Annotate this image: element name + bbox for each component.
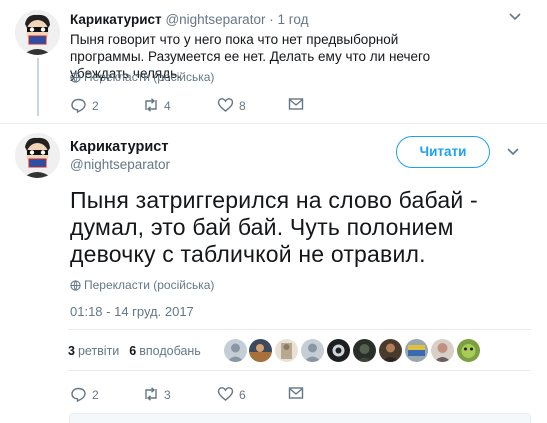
user-handle[interactable]: @nightseparator bbox=[70, 157, 170, 172]
tweet-timestamp[interactable]: 01:18 - 14 груд. 2017 bbox=[70, 304, 194, 319]
liker-avatar[interactable] bbox=[431, 339, 454, 362]
divider bbox=[68, 370, 531, 371]
tweet-reply-parent[interactable]: Карикатурист @nightseparator · 1 год Пын… bbox=[0, 0, 547, 123]
like-stat-count: 6 bbox=[129, 344, 137, 358]
display-name[interactable]: Карикатурист bbox=[70, 139, 168, 155]
retweet-count: 3 bbox=[164, 388, 171, 402]
reply-count: 2 bbox=[92, 388, 99, 402]
liker-avatar[interactable] bbox=[379, 339, 402, 362]
avatar[interactable] bbox=[15, 133, 60, 178]
separator-dot: · bbox=[269, 12, 274, 27]
liker-avatar[interactable] bbox=[405, 339, 428, 362]
envelope-icon bbox=[288, 387, 304, 399]
like-stat-label: вподобань bbox=[139, 344, 201, 358]
globe-icon bbox=[70, 72, 81, 83]
follow-button[interactable]: Читати bbox=[396, 136, 490, 168]
chevron-down-icon[interactable] bbox=[508, 12, 522, 22]
tweet-header: Карикатурист @nightseparator · 1 год bbox=[70, 12, 308, 27]
retweet-icon bbox=[145, 98, 157, 112]
reply-count: 2 bbox=[92, 99, 99, 113]
reply-compose-box[interactable] bbox=[69, 413, 531, 423]
divider bbox=[68, 329, 531, 330]
tweet-time[interactable]: 1 год bbox=[277, 12, 308, 27]
display-name[interactable]: Карикатурист bbox=[70, 12, 162, 27]
chevron-down-icon[interactable] bbox=[506, 147, 520, 157]
translate-label: Перекласти (російська) bbox=[84, 70, 215, 84]
retweet-stat-count: 3 bbox=[68, 344, 75, 358]
like-count: 6 bbox=[239, 388, 246, 402]
liker-avatar[interactable] bbox=[249, 339, 272, 362]
divider bbox=[0, 123, 547, 124]
heart-icon bbox=[217, 387, 234, 401]
tweet-text: Пыня затриггерился на слово бабай - дума… bbox=[70, 187, 478, 267]
like-stat[interactable]: 6 вподобань bbox=[129, 344, 201, 358]
translate-link[interactable]: Перекласти (російська) bbox=[70, 70, 214, 84]
liker-avatar[interactable] bbox=[457, 339, 480, 362]
translate-link[interactable]: Перекласти (російська) bbox=[70, 278, 214, 292]
globe-icon bbox=[70, 280, 81, 291]
envelope-icon bbox=[288, 98, 304, 110]
tweet-actions: 2 3 6 bbox=[70, 384, 310, 404]
user-handle[interactable]: @nightseparator bbox=[165, 12, 265, 27]
retweet-icon bbox=[145, 387, 157, 401]
retweet-stat[interactable]: 3 ретвіти bbox=[68, 344, 119, 358]
heart-icon bbox=[217, 98, 234, 112]
reply-icon bbox=[71, 387, 86, 402]
liker-avatar[interactable] bbox=[301, 339, 324, 362]
retweet-count: 4 bbox=[164, 99, 171, 113]
reply-icon bbox=[71, 98, 86, 113]
liker-avatar[interactable] bbox=[224, 339, 247, 362]
liker-avatar[interactable] bbox=[275, 339, 298, 362]
liker-avatar[interactable] bbox=[353, 339, 376, 362]
like-count: 8 bbox=[239, 99, 246, 113]
avatar[interactable] bbox=[15, 10, 60, 55]
liker-avatar[interactable] bbox=[327, 339, 350, 362]
tweet-actions: 2 4 8 bbox=[70, 95, 310, 115]
tweet-stats: 3 ретвіти 6 вподобань bbox=[68, 344, 201, 358]
translate-label: Перекласти (російська) bbox=[84, 278, 215, 292]
retweet-stat-label: ретвіти bbox=[77, 344, 120, 358]
